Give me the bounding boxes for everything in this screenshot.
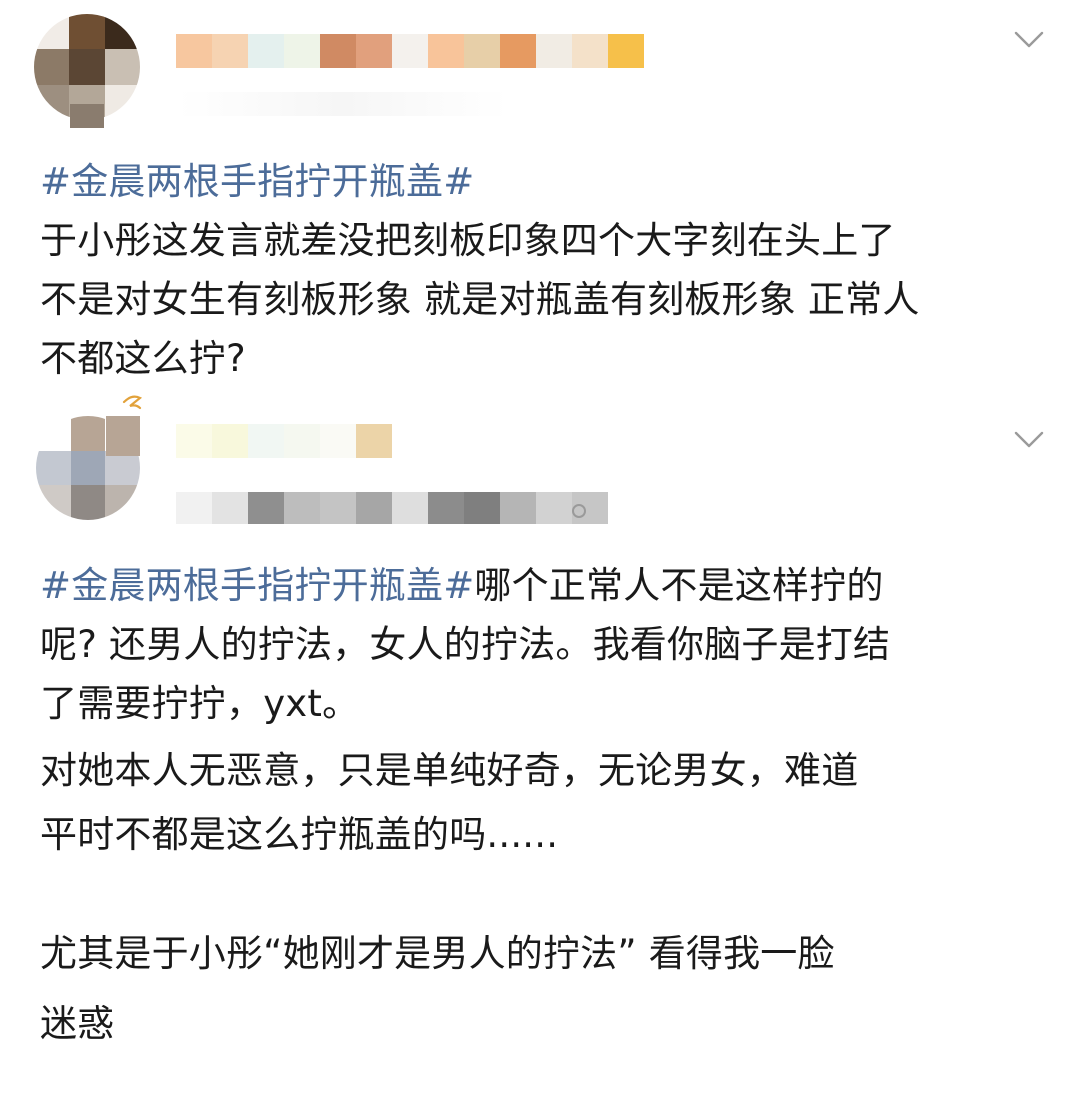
text-line: 对她本人无恶意，只是单纯好奇，无论男女，难道 — [40, 749, 859, 792]
text-line: 于小彤这发言就差没把刻板印象四个大字刻在头上了 — [40, 219, 896, 262]
mosaic-cell — [34, 84, 70, 120]
hashtag-link[interactable]: #金晨两根手指拧开瓶盖# — [40, 160, 474, 203]
text-line: 呢? 还男人的拧法，女人的拧法。我看你脑子是打结 — [40, 623, 891, 666]
mosaic-cell — [392, 492, 428, 524]
text-line: 平时不都是这么拧瓶盖的吗...... — [40, 813, 559, 856]
text-line: 了需要拧拧，yxt。 — [40, 682, 360, 725]
chevron-down-icon[interactable] — [1014, 430, 1044, 450]
weibo-comment-1: #金晨两根手指拧开瓶盖# 于小彤这发言就差没把刻板印象四个大字刻在头上了 不是对… — [0, 0, 1080, 400]
comment-paragraph: 尤其是于小彤“她刚才是男人的拧法” 看得我一脸 迷惑 — [40, 919, 1050, 1059]
avatar-badge-blurred — [106, 416, 140, 456]
weibo-comment-2: #金晨两根手指拧开瓶盖#哪个正常人不是这样拧的 呢? 还男人的拧法，女人的拧法。… — [0, 395, 1080, 1112]
mosaic-cell — [212, 34, 248, 68]
post-meta-blurred — [176, 492, 608, 524]
text-line: 不是对女生有刻板形象 就是对瓶盖有刻板形象 正常人 — [40, 278, 920, 321]
mosaic-cell — [536, 492, 572, 524]
hashtag-link[interactable]: #金晨两根手指拧开瓶盖# — [40, 564, 474, 607]
mosaic-cell — [212, 492, 248, 524]
username-blurred[interactable] — [176, 34, 644, 68]
mosaic-cell — [392, 34, 428, 68]
mosaic-cell — [105, 485, 140, 520]
comment-text: #金晨两根手指拧开瓶盖#哪个正常人不是这样拧的 呢? 还男人的拧法，女人的拧法。… — [40, 556, 1050, 1059]
mosaic-cell — [284, 492, 320, 524]
mosaic-cell — [36, 416, 71, 451]
comment-text: #金晨两根手指拧开瓶盖# 于小彤这发言就差没把刻板印象四个大字刻在头上了 不是对… — [40, 152, 1050, 388]
mosaic-cell — [284, 424, 320, 458]
mosaic-cell — [34, 49, 70, 85]
mosaic-cell — [248, 492, 284, 524]
text-run: 哪个正常人不是这样拧的 — [474, 564, 884, 607]
text-line: 尤其是于小彤“她刚才是男人的拧法” 看得我一脸 — [40, 932, 835, 975]
mosaic-cell — [70, 450, 106, 486]
mosaic-cell — [104, 49, 140, 85]
comment-paragraph: 对她本人无恶意，只是单纯好奇，无论男女，难道 平时不都是这么拧瓶盖的吗.....… — [40, 739, 1050, 867]
mosaic-cell — [69, 49, 105, 85]
mosaic-cell — [608, 34, 644, 68]
mosaic-cell — [176, 492, 212, 524]
mosaic-cell — [36, 450, 71, 486]
mosaic-cell — [464, 34, 500, 68]
mosaic-cell — [356, 424, 392, 458]
mosaic-cell — [356, 34, 392, 68]
mosaic-cell — [320, 424, 356, 458]
avatar-blur-artifact — [70, 104, 104, 128]
meta-dot-icon — [572, 504, 586, 518]
post-meta-blurred — [178, 92, 508, 116]
mosaic-cell — [70, 485, 106, 520]
mosaic-cell — [176, 424, 212, 458]
mosaic-cell — [428, 34, 464, 68]
mosaic-cell — [104, 14, 140, 50]
chevron-down-icon[interactable] — [1014, 30, 1044, 50]
mosaic-cell — [212, 424, 248, 458]
mosaic-cell — [248, 424, 284, 458]
mosaic-cell — [320, 34, 356, 68]
text-line: #金晨两根手指拧开瓶盖# — [40, 152, 1050, 211]
mosaic-cell — [69, 14, 105, 50]
mosaic-cell — [500, 492, 536, 524]
mosaic-cell — [536, 34, 572, 68]
mosaic-cell — [428, 492, 464, 524]
text-line: #金晨两根手指拧开瓶盖#哪个正常人不是这样拧的 — [40, 556, 1050, 615]
badge-mark-icon — [120, 394, 146, 414]
mosaic-cell — [464, 492, 500, 524]
mosaic-cell — [248, 34, 284, 68]
mosaic-cell — [36, 485, 71, 520]
username-blurred[interactable] — [176, 424, 392, 458]
mosaic-cell — [104, 84, 140, 120]
mosaic-cell — [176, 34, 212, 68]
text-line: 不都这么拧? — [40, 337, 246, 380]
mosaic-cell — [34, 14, 70, 50]
mosaic-cell — [284, 34, 320, 68]
mosaic-cell — [356, 492, 392, 524]
mosaic-cell — [572, 34, 608, 68]
text-line: 迷惑 — [40, 1002, 115, 1045]
mosaic-cell — [70, 416, 106, 451]
mosaic-cell — [500, 34, 536, 68]
mosaic-cell — [320, 492, 356, 524]
